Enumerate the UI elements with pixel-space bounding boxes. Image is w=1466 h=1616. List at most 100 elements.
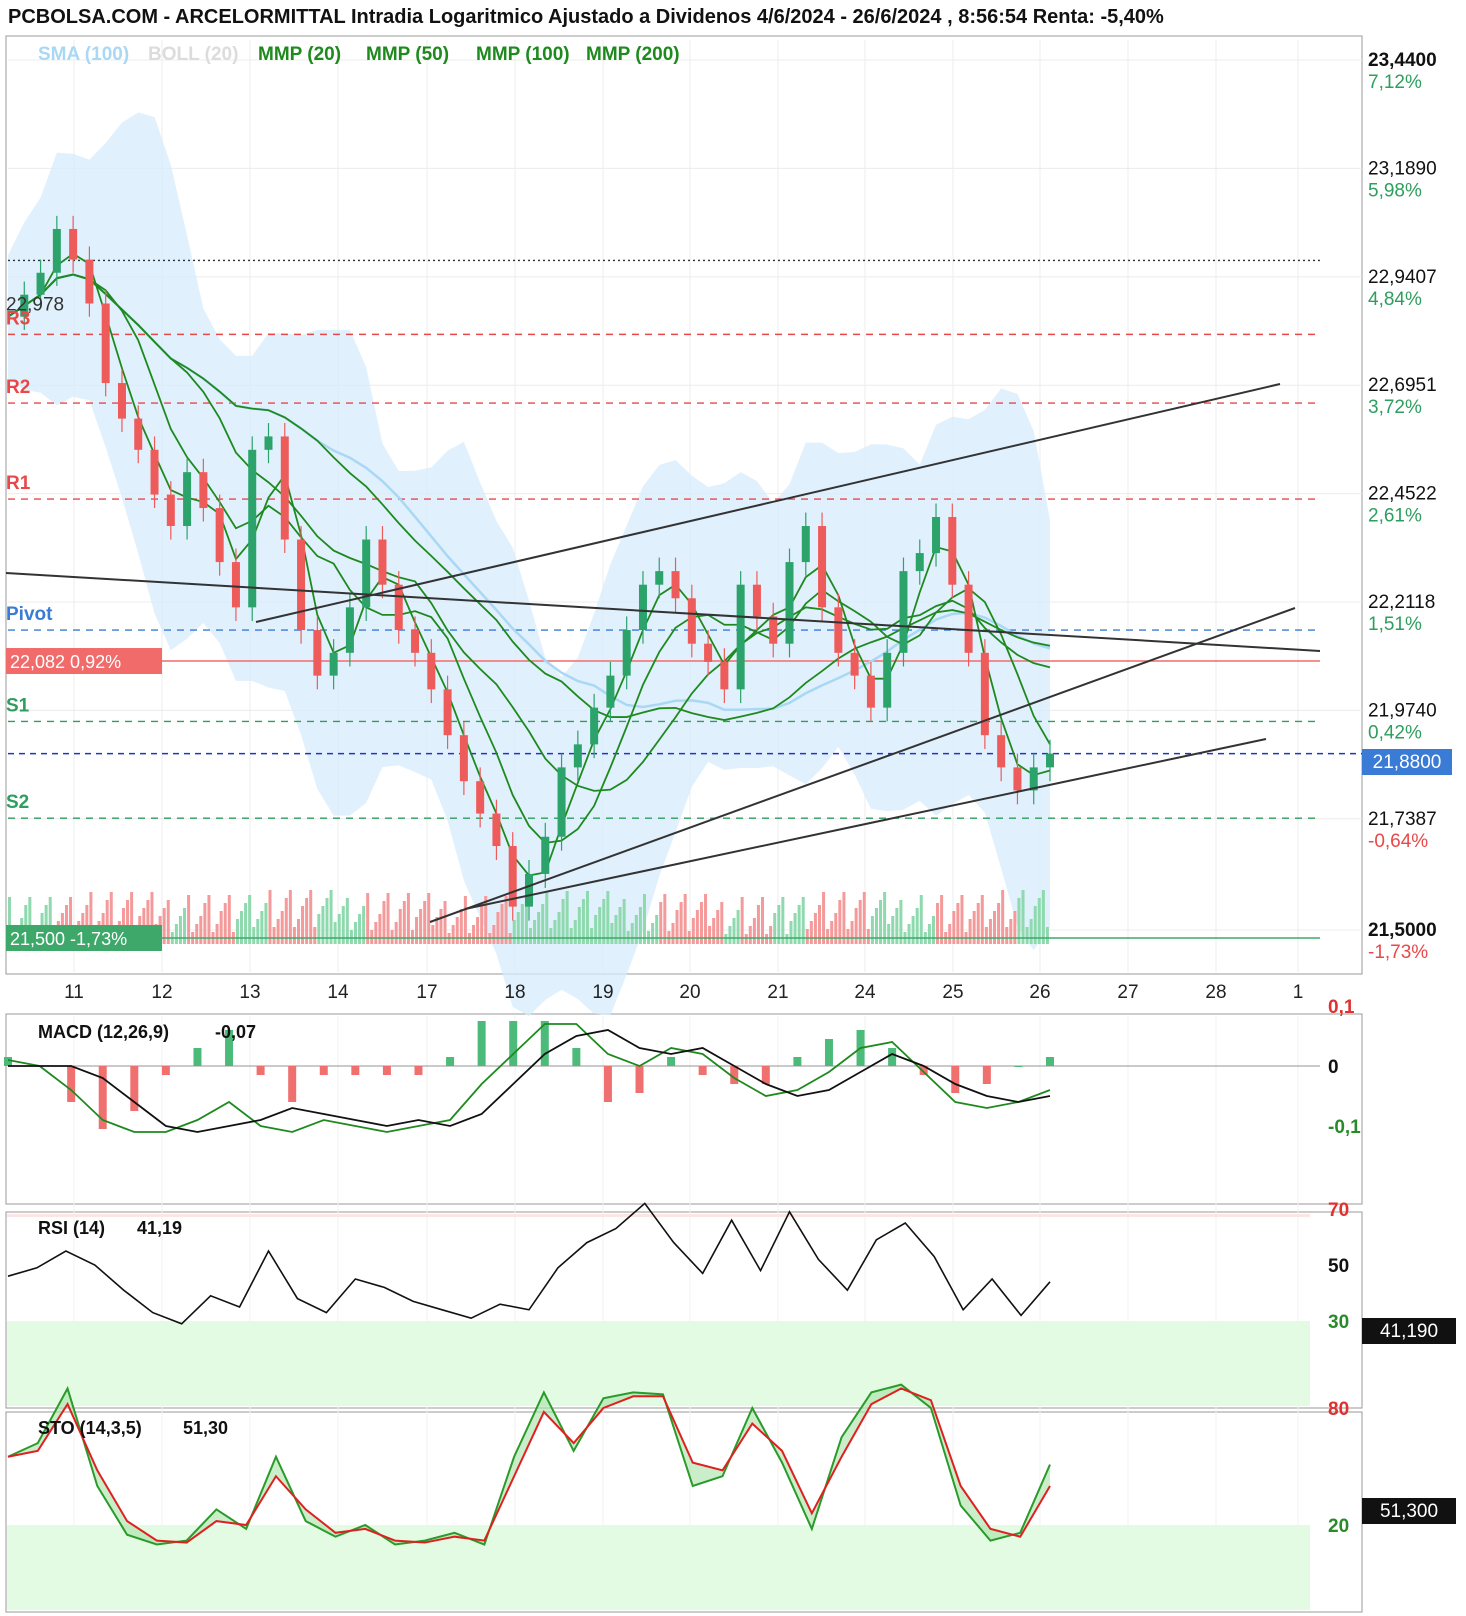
volume-bar xyxy=(317,914,321,944)
stock-chart: 11 12 13 14 17 18 19 20 21 24 25 26 27 28 1 23,44007,12… xyxy=(4,35,1456,1613)
volume-bar xyxy=(765,934,769,944)
candle-body xyxy=(850,652,859,676)
volume-bar xyxy=(345,898,349,944)
rsi-tick: 70 xyxy=(1328,1200,1349,1221)
sto-oversold-zone xyxy=(7,1525,1310,1610)
volume-bar xyxy=(993,911,997,944)
volume-bar xyxy=(353,922,357,944)
x-tick-label: 14 xyxy=(327,982,349,1003)
volume-bar xyxy=(842,892,846,944)
y-tick-percent: 0,42% xyxy=(1368,722,1422,743)
x-tick-label: 25 xyxy=(942,982,963,1003)
volume-bar xyxy=(248,895,252,944)
candle-body xyxy=(638,584,647,631)
macd-label: MACD (12,26,9) xyxy=(38,1022,169,1042)
volume-bar xyxy=(732,918,736,944)
candle-body xyxy=(866,675,875,708)
macd-histogram-bar xyxy=(351,1066,360,1075)
macd-histogram-bar xyxy=(888,1048,897,1066)
volume-bar xyxy=(675,910,679,944)
sto-value: 51,30 xyxy=(183,1418,228,1438)
volume-bar xyxy=(1025,927,1029,944)
volume-bar xyxy=(549,928,553,944)
level-label: Pivot xyxy=(6,604,53,625)
volume-bar xyxy=(296,919,300,944)
volume-bar xyxy=(781,897,785,944)
macd-histogram-bar xyxy=(1046,1057,1054,1066)
volume-bar xyxy=(606,891,610,944)
macd-histogram-bar xyxy=(256,1066,265,1075)
candle-body xyxy=(1013,767,1022,791)
volume-bar xyxy=(642,894,646,944)
volume-bar xyxy=(256,919,260,944)
volume-bar xyxy=(801,897,805,944)
rsi-value: 41,19 xyxy=(137,1218,182,1238)
volume-bar xyxy=(972,911,976,944)
macd-tick: 0 xyxy=(1328,1057,1339,1078)
candle-body xyxy=(183,472,192,527)
volume-bar xyxy=(496,912,500,944)
volume-bar xyxy=(887,924,891,944)
volume-bar xyxy=(309,890,313,944)
volume-bar xyxy=(406,893,410,944)
y-tick-price: 23,4400 xyxy=(1368,50,1437,71)
volume-bar xyxy=(325,898,329,944)
candle-body xyxy=(818,526,827,608)
volume-bar xyxy=(463,896,467,944)
volume-bar xyxy=(504,896,508,944)
volume-bar xyxy=(174,924,178,944)
volume-bar xyxy=(1013,911,1017,944)
volume-bar xyxy=(752,918,756,944)
volume-bar xyxy=(789,921,793,944)
y-tick-price: 21,5000 xyxy=(1368,920,1437,941)
volume-bar xyxy=(358,914,362,944)
volume-bar xyxy=(862,892,866,944)
volume-bar xyxy=(333,922,337,944)
y-tick-percent: -0,64% xyxy=(1368,831,1428,852)
last-price: 21,8800 xyxy=(1373,752,1442,773)
volume-bar xyxy=(785,934,789,944)
volume-bar xyxy=(1017,898,1021,944)
volume-bar xyxy=(472,925,476,944)
volume-bar xyxy=(663,894,667,944)
volume-bar xyxy=(374,922,378,944)
candle-body xyxy=(166,494,175,527)
candle-body xyxy=(525,873,533,907)
x-tick-label: 13 xyxy=(239,982,260,1003)
sto-tick: 20 xyxy=(1328,1516,1349,1537)
legend-mmp200: MMP (200) xyxy=(586,44,680,65)
volume-bar xyxy=(545,891,549,944)
x-tick-label: 21 xyxy=(767,982,788,1003)
macd-histogram-bar xyxy=(4,1057,12,1066)
volume-bar xyxy=(394,922,398,944)
macd-tick: -0,1 xyxy=(1328,1117,1361,1138)
candle-body xyxy=(215,508,224,563)
x-tick-label: 12 xyxy=(151,982,172,1003)
macd-histogram-bar xyxy=(572,1048,581,1066)
candle-body xyxy=(932,517,941,554)
volume-bar xyxy=(846,929,850,944)
candle-body xyxy=(915,553,924,572)
volume-bar xyxy=(313,927,317,944)
legend-mmp50: MMP (50) xyxy=(366,44,449,65)
volume-bar xyxy=(378,914,382,944)
candle-body xyxy=(752,584,761,617)
volume-bar xyxy=(883,892,887,944)
macd-histogram-bar xyxy=(793,1057,802,1066)
volume-bar xyxy=(919,895,923,944)
volume-bar xyxy=(573,920,577,944)
candle-body xyxy=(329,652,338,676)
volume-bar xyxy=(931,916,935,944)
candle-body xyxy=(459,735,468,782)
volume-bar xyxy=(708,926,712,944)
candle-body xyxy=(231,562,240,608)
reference-label: 21,500 -1,73% xyxy=(10,929,127,949)
volume-bar xyxy=(740,897,744,944)
candle-body xyxy=(248,449,257,608)
volume-bar xyxy=(826,929,830,944)
rsi-overbought-zone xyxy=(7,1214,1310,1217)
y-tick-percent: 3,72% xyxy=(1368,397,1422,418)
x-tick-label: 28 xyxy=(1205,982,1226,1003)
macd-histogram-bar xyxy=(1014,1066,1023,1067)
volume-bar xyxy=(537,912,541,944)
